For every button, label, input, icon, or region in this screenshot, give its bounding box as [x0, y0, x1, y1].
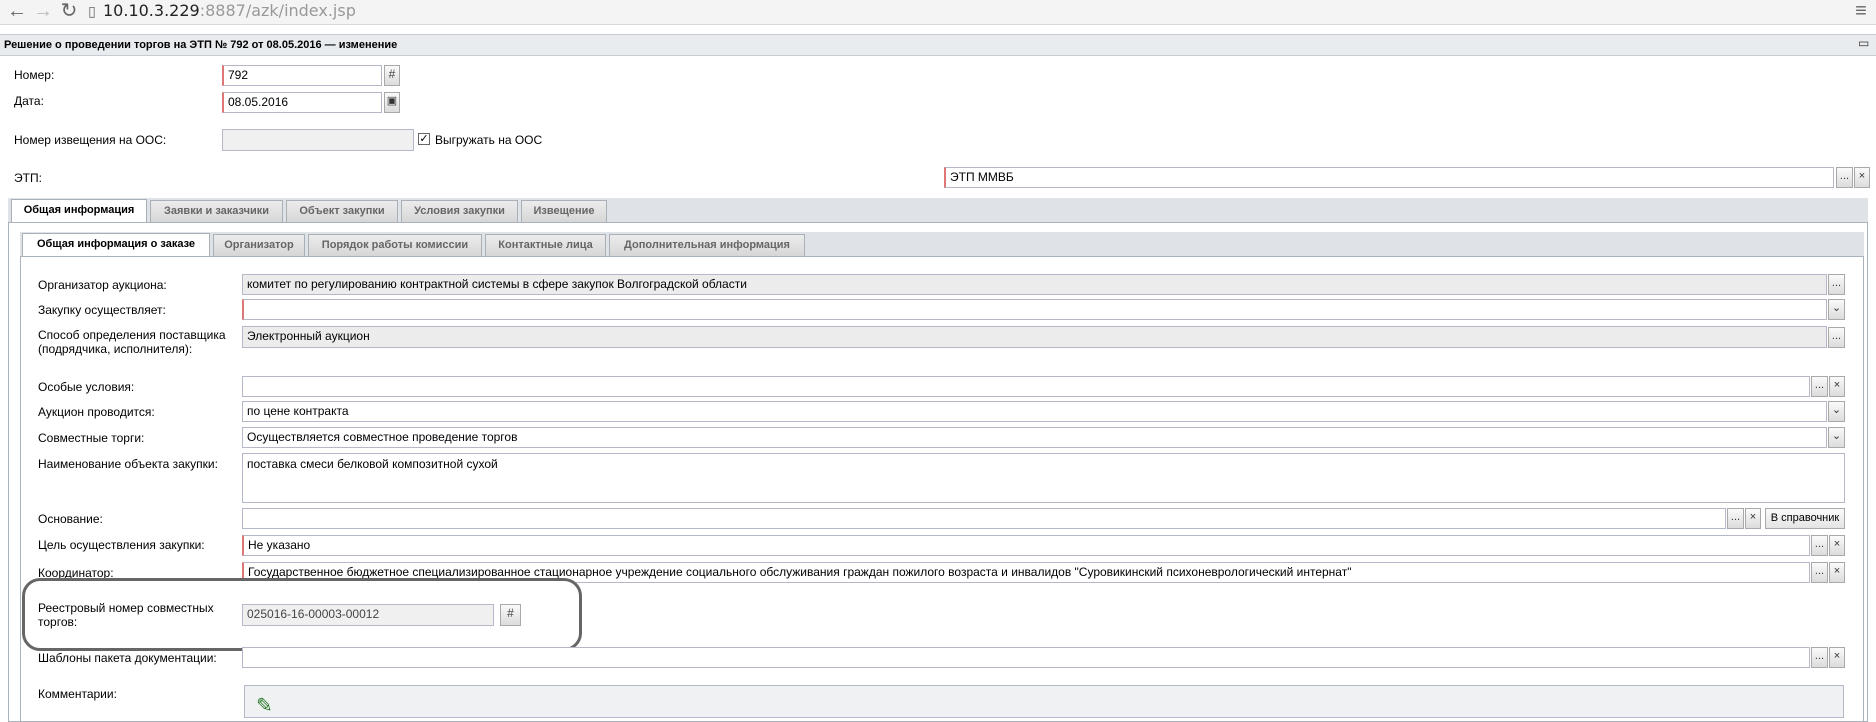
- auction-select[interactable]: по цене контракта: [242, 401, 1827, 422]
- goal-clear-icon[interactable]: ×: [1829, 535, 1845, 556]
- comments-panel: [244, 685, 1844, 718]
- url-host: 10.10.3.229: [103, 1, 200, 20]
- basis-clear-icon[interactable]: ×: [1745, 508, 1761, 529]
- special-conditions-clear-icon[interactable]: ×: [1829, 376, 1845, 397]
- special-conditions-field[interactable]: [242, 376, 1810, 397]
- organizer-field: комитет по регулированию контрактной сис…: [242, 274, 1827, 295]
- number-generate-icon[interactable]: #: [384, 65, 400, 86]
- date-field[interactable]: 08.05.2016: [222, 92, 382, 113]
- organizer-lookup-icon[interactable]: ...: [1828, 274, 1845, 295]
- date-label: Дата:: [14, 94, 44, 108]
- goal-label: Цель осуществления закупки:: [38, 538, 205, 552]
- object-name-label: Наименование объекта закупки:: [38, 457, 218, 471]
- reload-icon[interactable]: ↻: [58, 0, 80, 22]
- back-icon[interactable]: ←: [6, 0, 28, 22]
- window-title: Решение о проведении торгов на ЭТП № 792…: [4, 39, 398, 51]
- joint-bidding-select[interactable]: Осуществляется совместное проведение тор…: [242, 427, 1827, 448]
- subtab-organizer[interactable]: Организатор: [213, 234, 305, 256]
- basis-field[interactable]: [242, 508, 1726, 529]
- etp-clear-icon[interactable]: ×: [1854, 167, 1870, 188]
- tab-purchase-object[interactable]: Объект закупки: [286, 200, 398, 222]
- doc-templates-label: Шаблоны пакета документации:: [38, 651, 217, 665]
- joint-bidding-dropdown-icon[interactable]: ⌄: [1828, 427, 1845, 448]
- subtab-additional[interactable]: Дополнительная информация: [609, 234, 805, 256]
- calendar-icon[interactable]: ▣: [384, 92, 400, 113]
- subtab-commission[interactable]: Порядок работы комиссии: [308, 234, 482, 256]
- comments-label: Комментарии:: [38, 687, 117, 701]
- url-path: :8887/azk/index.jsp: [199, 1, 356, 20]
- tab-applications[interactable]: Заявки и заказчики: [150, 200, 283, 222]
- purchaser-dropdown-icon[interactable]: ⌄: [1828, 299, 1845, 320]
- tab-purchase-terms[interactable]: Условия закупки: [401, 200, 518, 222]
- menu-icon[interactable]: ≡: [1850, 0, 1872, 22]
- doc-templates-clear-icon[interactable]: ×: [1829, 647, 1845, 668]
- number-label: Номер:: [14, 68, 55, 82]
- edit-comment-icon[interactable]: ✎: [256, 693, 273, 718]
- method-lookup-icon[interactable]: ...: [1828, 327, 1845, 348]
- joint-bidding-label: Совместные торги:: [38, 431, 145, 445]
- registry-number-label: Реестровый номер совместных торгов:: [38, 601, 214, 629]
- etp-lookup-icon[interactable]: ...: [1836, 167, 1853, 188]
- address-bar[interactable]: 10.10.3.229:8887/azk/index.jsp: [103, 0, 356, 22]
- subtab-order-info[interactable]: Общая информация о заказе: [22, 233, 210, 256]
- coordinator-clear-icon[interactable]: ×: [1829, 562, 1845, 583]
- method-label: Способ определения поставщика (подрядчика…: [38, 328, 226, 356]
- export-oos-label: Выгружать на ООС: [435, 133, 543, 147]
- auction-label: Аукцион проводится:: [38, 405, 155, 419]
- method-label-line2: (подрядчика, исполнителя):: [38, 342, 193, 356]
- auction-dropdown-icon[interactable]: ⌄: [1828, 401, 1845, 422]
- purchaser-select[interactable]: [242, 299, 1827, 320]
- registry-number-label-line2: торгов:: [38, 615, 78, 629]
- window-title-bar: Решение о проведении торгов на ЭТП № 792…: [0, 34, 1876, 56]
- special-conditions-label: Особые условия:: [38, 380, 135, 394]
- method-field: Электронный аукцион: [242, 326, 1827, 348]
- doc-templates-field[interactable]: [242, 647, 1810, 668]
- forward-icon[interactable]: →: [32, 0, 54, 22]
- registry-generate-icon[interactable]: #: [500, 604, 521, 626]
- object-name-textarea[interactable]: поставка смеси белковой композитной сухо…: [242, 453, 1845, 503]
- registry-number-field: 025016-16-00003-00012: [242, 604, 494, 626]
- goal-field[interactable]: Не указано: [242, 535, 1810, 556]
- basis-lookup-icon[interactable]: ...: [1727, 508, 1744, 529]
- goal-lookup-icon[interactable]: ...: [1811, 535, 1828, 556]
- page-icon: ▯: [88, 3, 96, 19]
- registry-number-label-line1: Реестровый номер совместных: [38, 601, 214, 615]
- oos-notice-field: [222, 129, 414, 151]
- tab-notice[interactable]: Извещение: [521, 200, 607, 222]
- doc-templates-lookup-icon[interactable]: ...: [1811, 647, 1828, 668]
- tab-general-info[interactable]: Общая информация: [11, 199, 147, 222]
- number-field[interactable]: 792: [222, 65, 382, 86]
- to-directory-button[interactable]: В справочник: [1765, 508, 1845, 529]
- coordinator-lookup-icon[interactable]: ...: [1811, 562, 1828, 583]
- etp-field[interactable]: ЭТП ММВБ: [944, 167, 1834, 188]
- export-oos-checkbox[interactable]: ✓: [418, 133, 430, 145]
- organizer-label: Организатор аукциона:: [38, 278, 167, 292]
- oos-notice-label: Номер извещения на ООС:: [14, 133, 167, 147]
- maximize-icon[interactable]: ▭: [1858, 36, 1869, 50]
- etp-label: ЭТП:: [14, 171, 42, 185]
- basis-label: Основание:: [38, 512, 103, 526]
- special-conditions-lookup-icon[interactable]: ...: [1811, 376, 1828, 397]
- method-label-line1: Способ определения поставщика: [38, 328, 226, 342]
- subtab-contacts[interactable]: Контактные лица: [485, 234, 606, 256]
- purchaser-label: Закупку осуществляет:: [38, 303, 166, 317]
